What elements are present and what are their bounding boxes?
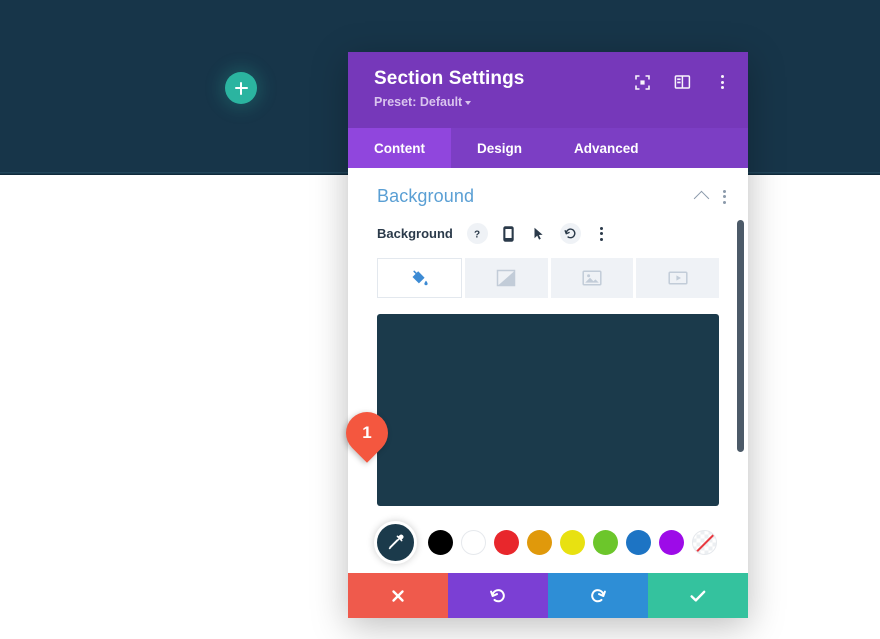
background-gradient-tab[interactable] [464, 258, 548, 298]
more-options-icon[interactable] [723, 189, 726, 204]
swatch-yellow[interactable] [560, 530, 585, 555]
swatch-red[interactable] [494, 530, 519, 555]
background-field-row: Background ? [348, 207, 748, 244]
background-color-tab[interactable] [377, 258, 462, 298]
undo-button[interactable] [448, 573, 548, 618]
modal-scrollbar-thumb[interactable] [737, 220, 744, 452]
dots-glyph [599, 226, 603, 241]
background-toggle-actions [693, 189, 726, 207]
tab-advanced[interactable]: Advanced [548, 128, 665, 168]
color-preview[interactable] [377, 314, 719, 506]
swatch-transparent[interactable] [692, 530, 717, 555]
background-type-tabs [377, 258, 719, 298]
modal-scrollbar[interactable] [736, 168, 744, 573]
preset-label: Preset: Default [374, 95, 463, 109]
add-section-button[interactable] [225, 72, 257, 104]
modal-tabs: Content Design Advanced [348, 128, 748, 168]
save-button[interactable] [648, 573, 748, 618]
redo-button[interactable] [548, 573, 648, 618]
modal-header: Section Settings Preset: Default [348, 52, 748, 128]
background-image-tab[interactable] [550, 258, 634, 298]
step-marker-1: 1 [337, 403, 397, 463]
chevron-up-icon[interactable] [693, 190, 710, 207]
chevron-down-icon [465, 100, 472, 105]
preset-selector[interactable]: Preset: Default [374, 95, 472, 109]
page-root: Section Settings Preset: Default Content… [0, 0, 880, 639]
expand-icon[interactable] [632, 72, 652, 92]
cancel-button[interactable] [348, 573, 448, 618]
help-icon[interactable]: ? [466, 223, 488, 244]
tab-design[interactable]: Design [451, 128, 548, 168]
tab-content[interactable]: Content [348, 128, 451, 168]
eyedropper-button[interactable] [374, 521, 417, 564]
modal-header-icons [632, 72, 732, 92]
reset-icon[interactable] [559, 223, 581, 244]
hover-cursor-icon[interactable] [529, 223, 550, 244]
swatch-white[interactable] [461, 530, 486, 555]
swatch-orange[interactable] [527, 530, 552, 555]
background-toggle-title: Background [377, 186, 475, 206]
swatch-green[interactable] [593, 530, 618, 555]
dots-glyph [720, 75, 724, 89]
more-options-icon[interactable] [712, 72, 732, 92]
modal-footer [348, 573, 748, 618]
background-field-label: Background [377, 226, 453, 241]
svg-text:?: ? [474, 229, 480, 240]
step-marker-number: 1 [362, 423, 372, 442]
color-swatch-row [374, 521, 719, 564]
modal-body: Background Background ? [348, 168, 748, 573]
background-video-tab[interactable] [636, 258, 719, 298]
swatch-blue[interactable] [626, 530, 651, 555]
swatch-black[interactable] [428, 530, 453, 555]
split-view-icon[interactable] [672, 72, 692, 92]
swatch-purple[interactable] [659, 530, 684, 555]
section-settings-modal: Section Settings Preset: Default Content… [348, 52, 748, 618]
responsive-mobile-icon[interactable] [498, 223, 519, 244]
more-options-icon[interactable] [591, 223, 612, 244]
plus-icon-bar [239, 81, 243, 95]
background-toggle-header[interactable]: Background [348, 168, 748, 207]
